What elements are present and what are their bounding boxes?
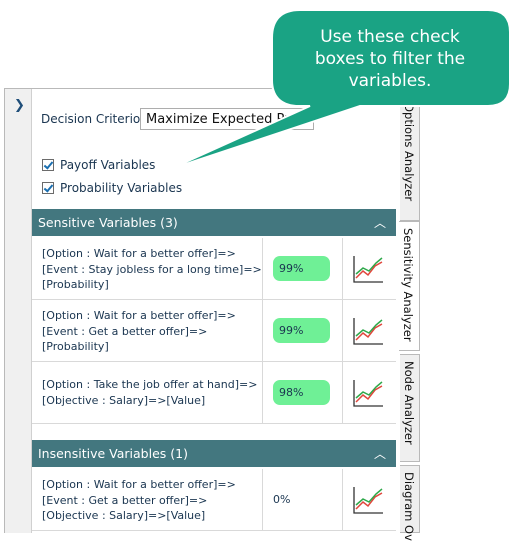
tab-diagram-overview-label: Diagram Ov (402, 472, 416, 541)
decision-criterion-label: Decision Criterion (41, 112, 148, 126)
tab-options-analyzer-label: Options Analyzer (402, 103, 416, 202)
line-chart-icon[interactable] (352, 485, 384, 515)
sensitivity-value: 99% (273, 256, 330, 281)
payoff-variables-label: Payoff Variables (60, 158, 156, 172)
caret-down-icon[interactable]: ▼ (301, 112, 309, 123)
table-row: [Option : Wait for a better offer]=> [Ev… (32, 238, 396, 300)
variable-path-line: [Option : Wait for a better offer]=> (42, 309, 236, 322)
variable-path-line: [Option : Wait for a better offer]=> (42, 247, 236, 260)
table-row: [Option : Wait for a better offer]=> [Ev… (32, 300, 396, 362)
line-chart-icon[interactable] (352, 316, 384, 346)
tab-node-analyzer-label: Node Analyzer (402, 361, 416, 445)
variable-path: [Option : Wait for a better offer]=> [Ev… (42, 308, 257, 355)
sensitivity-analyzer-panel: ❯ Decision Criterion Maximize Expected P… (4, 88, 408, 533)
variable-path-line: [Probability] (42, 340, 109, 353)
variable-path-line: [Option : Take the job offer at hand]=> (42, 378, 258, 391)
side-tab-strip: Options Analyzer Sensitivity Analyzer No… (399, 96, 420, 541)
column-divider (262, 300, 263, 361)
variable-path-line: [Event : Stay jobless for a long time]=> (42, 262, 262, 276)
tab-diagram-overview[interactable]: Diagram Ov (400, 465, 420, 541)
sensitivity-value: 99% (273, 318, 330, 343)
sensitive-variables-header[interactable]: Sensitive Variables (3) ︿ (32, 209, 396, 236)
tab-options-analyzer[interactable]: Options Analyzer (400, 96, 420, 221)
sensitive-variables-title: Sensitive Variables (3) (38, 215, 178, 230)
variable-path-line: [Probability] (42, 278, 109, 291)
decision-criterion-dropdown[interactable]: Maximize Expected Probability ▼ (140, 108, 314, 130)
insensitive-variables-title: Insensitive Variables (1) (38, 446, 188, 461)
column-divider (262, 469, 263, 530)
tab-node-analyzer[interactable]: Node Analyzer (400, 354, 420, 462)
insensitive-variables-header[interactable]: Insensitive Variables (1) ︿ (32, 440, 396, 467)
line-chart-icon[interactable] (352, 254, 384, 284)
checkbox-checked-icon[interactable] (42, 182, 54, 194)
callout-line: boxes to filter the (314, 49, 466, 69)
column-divider (262, 238, 263, 299)
chevron-right-icon[interactable]: ❯ (14, 99, 25, 112)
chevron-up-icon[interactable]: ︿ (374, 445, 386, 462)
sensitivity-value: 0% (273, 493, 291, 506)
column-divider (262, 362, 263, 423)
column-divider (342, 469, 343, 530)
line-chart-icon[interactable] (352, 378, 384, 408)
column-divider (342, 300, 343, 361)
tab-sensitivity-analyzer-label: Sensitivity Analyzer (401, 228, 415, 342)
variable-path: [Option : Wait for a better offer]=> [Ev… (42, 246, 262, 293)
column-divider (342, 362, 343, 423)
tab-sensitivity-analyzer[interactable]: Sensitivity Analyzer (399, 221, 420, 351)
variable-path: [Option : Take the job offer at hand]=> … (42, 377, 257, 408)
variable-path-line: [Event : Get a better offer]=> (42, 324, 208, 338)
decision-criterion-value: Maximize Expected Probability (146, 112, 296, 127)
column-divider (342, 238, 343, 299)
variable-path-line: [Option : Wait for a better offer]=> (42, 478, 236, 491)
variable-path-line: [Event : Get a better offer]=> (42, 493, 208, 507)
table-row: [Option : Wait for a better offer]=> [Ev… (32, 469, 396, 531)
chevron-up-icon[interactable]: ︿ (374, 214, 386, 231)
variable-path-line: [Objective : Salary]=>[Value] (42, 509, 206, 522)
checkbox-checked-icon[interactable] (42, 159, 54, 171)
variable-path: [Option : Wait for a better offer]=> [Ev… (42, 477, 257, 524)
callout-text: Use these check boxes to filter the vari… (290, 26, 490, 92)
collapse-strip[interactable]: ❯ (5, 89, 32, 533)
callout-line: variables. (348, 71, 432, 91)
probability-variables-label: Probability Variables (60, 181, 183, 195)
callout-line: Use these check (320, 27, 460, 47)
table-row: [Option : Take the job offer at hand]=> … (32, 362, 396, 424)
panel-content: Decision Criterion Maximize Expected Pro… (31, 89, 408, 533)
variable-path-line: [Objective : Salary]=>[Value] (42, 393, 206, 407)
sensitivity-value: 98% (273, 380, 330, 405)
